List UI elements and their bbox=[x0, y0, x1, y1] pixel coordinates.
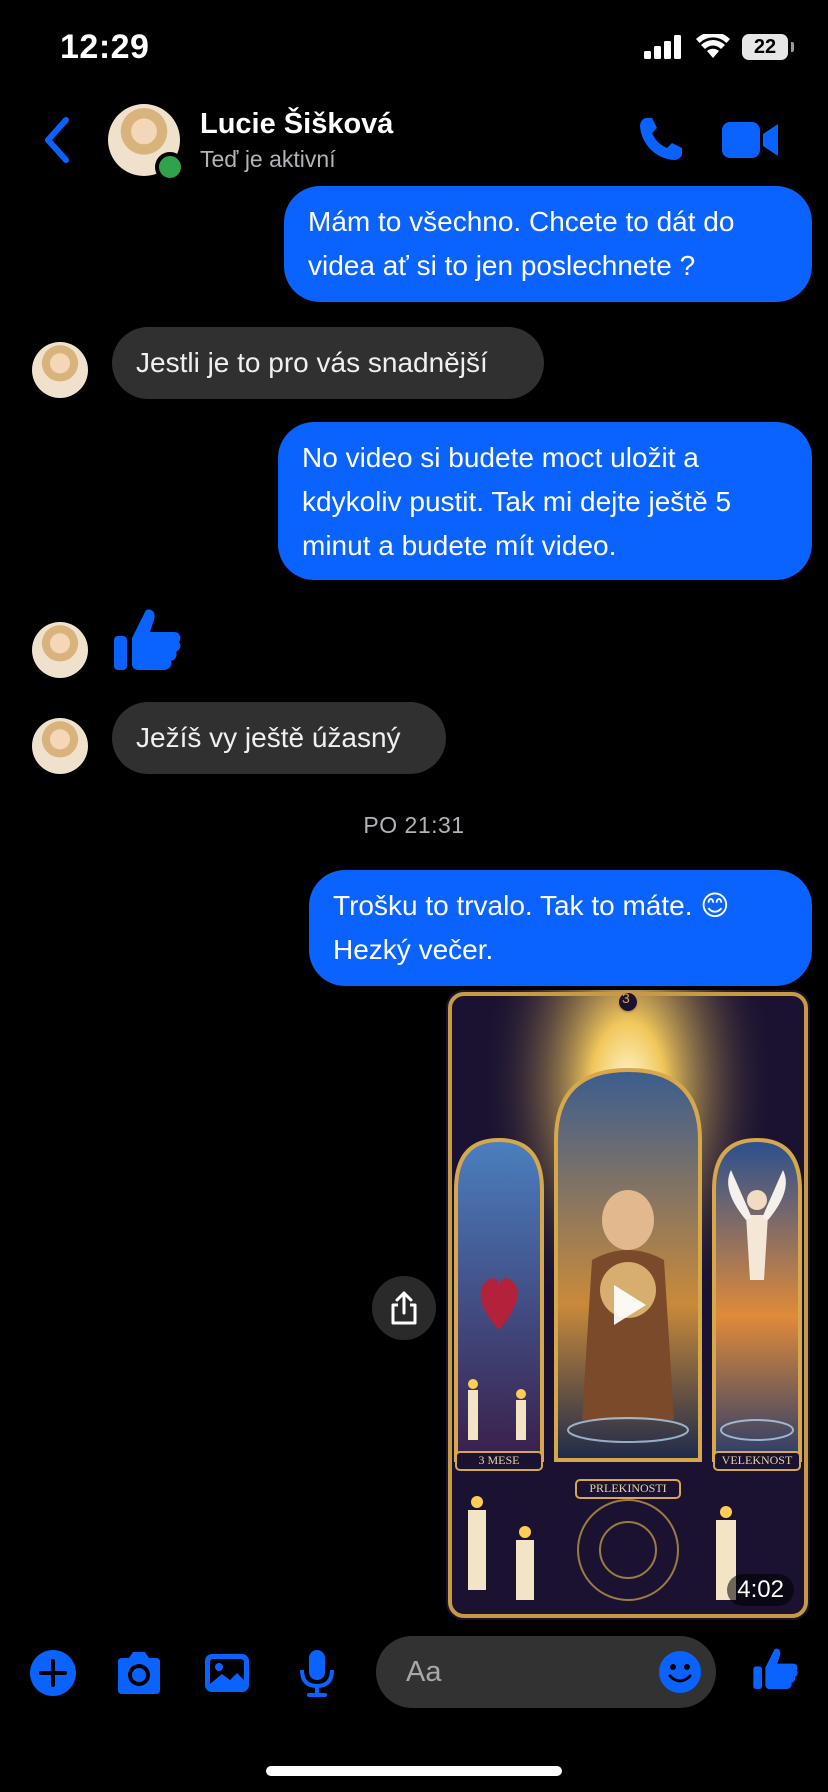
back-arrow-icon[interactable] bbox=[38, 112, 78, 168]
card-number: 3 bbox=[622, 990, 630, 1006]
signal-icon bbox=[644, 35, 681, 59]
gallery-icon[interactable] bbox=[202, 1648, 252, 1698]
message-text: Ježíš vy ještě úžasný bbox=[136, 722, 401, 753]
video-duration: 4:02 bbox=[727, 1574, 794, 1606]
camera-icon[interactable] bbox=[114, 1648, 164, 1698]
thumbs-up-send-icon[interactable] bbox=[752, 1642, 800, 1696]
home-indicator bbox=[266, 1766, 562, 1776]
share-button[interactable] bbox=[372, 1276, 436, 1340]
share-icon bbox=[391, 1291, 417, 1325]
card-label-left: 3 MESE bbox=[478, 1453, 520, 1467]
video-call-icon[interactable] bbox=[722, 118, 778, 162]
card-label-right: VELEKNOST bbox=[721, 1453, 793, 1467]
message-text: Mám to všechno. Chcete to dát do videa a… bbox=[308, 206, 735, 281]
microphone-icon[interactable] bbox=[292, 1648, 342, 1698]
message-text: No video si budete moct uložit a kdykoli… bbox=[302, 442, 732, 561]
message-text: Trošku to trvalo. Tak to máte. 😊 Hezký v… bbox=[333, 890, 730, 965]
contact-presence: Teď je aktivní bbox=[200, 146, 336, 172]
message-bubble-outgoing[interactable]: Mám to všechno. Chcete to dát do videa a… bbox=[284, 186, 812, 302]
message-input-placeholder: Aa bbox=[406, 1655, 442, 1688]
message-bubble-outgoing[interactable]: No video si budete moct uložit a kdykoli… bbox=[278, 422, 812, 580]
message-text: Jestli je to pro vás snadnější bbox=[136, 347, 488, 378]
status-time: 12:29 bbox=[60, 28, 150, 66]
contact-name[interactable]: Lucie Šišková bbox=[200, 108, 393, 141]
wifi-icon bbox=[696, 34, 730, 58]
battery-indicator: 22 bbox=[742, 34, 794, 60]
status-icons: 22 bbox=[644, 34, 794, 60]
emoji-icon[interactable] bbox=[658, 1650, 702, 1694]
card-label-middle: PRLEKINOSTI bbox=[589, 1481, 667, 1495]
phone-call-icon[interactable] bbox=[636, 114, 686, 164]
contact-avatar-small bbox=[32, 622, 88, 678]
message-bubble-outgoing[interactable]: Trošku to trvalo. Tak to máte. 😊 Hezký v… bbox=[309, 870, 812, 986]
message-bubble-incoming[interactable]: Ježíš vy ještě úžasný bbox=[112, 702, 446, 774]
contact-avatar-small bbox=[32, 718, 88, 774]
message-bubble-incoming[interactable]: Jestli je to pro vás snadnější bbox=[112, 327, 544, 399]
video-attachment[interactable]: 3 3 MESE PRLEKINOSTI VELEKNOST 4:02 bbox=[446, 990, 810, 1620]
plus-circle-icon[interactable] bbox=[28, 1648, 78, 1698]
online-status-dot bbox=[155, 152, 185, 182]
thumbs-up-icon[interactable] bbox=[112, 604, 184, 676]
play-icon[interactable] bbox=[604, 1281, 652, 1329]
message-timestamp: PO 21:31 bbox=[363, 812, 465, 838]
contact-avatar-small bbox=[32, 342, 88, 398]
